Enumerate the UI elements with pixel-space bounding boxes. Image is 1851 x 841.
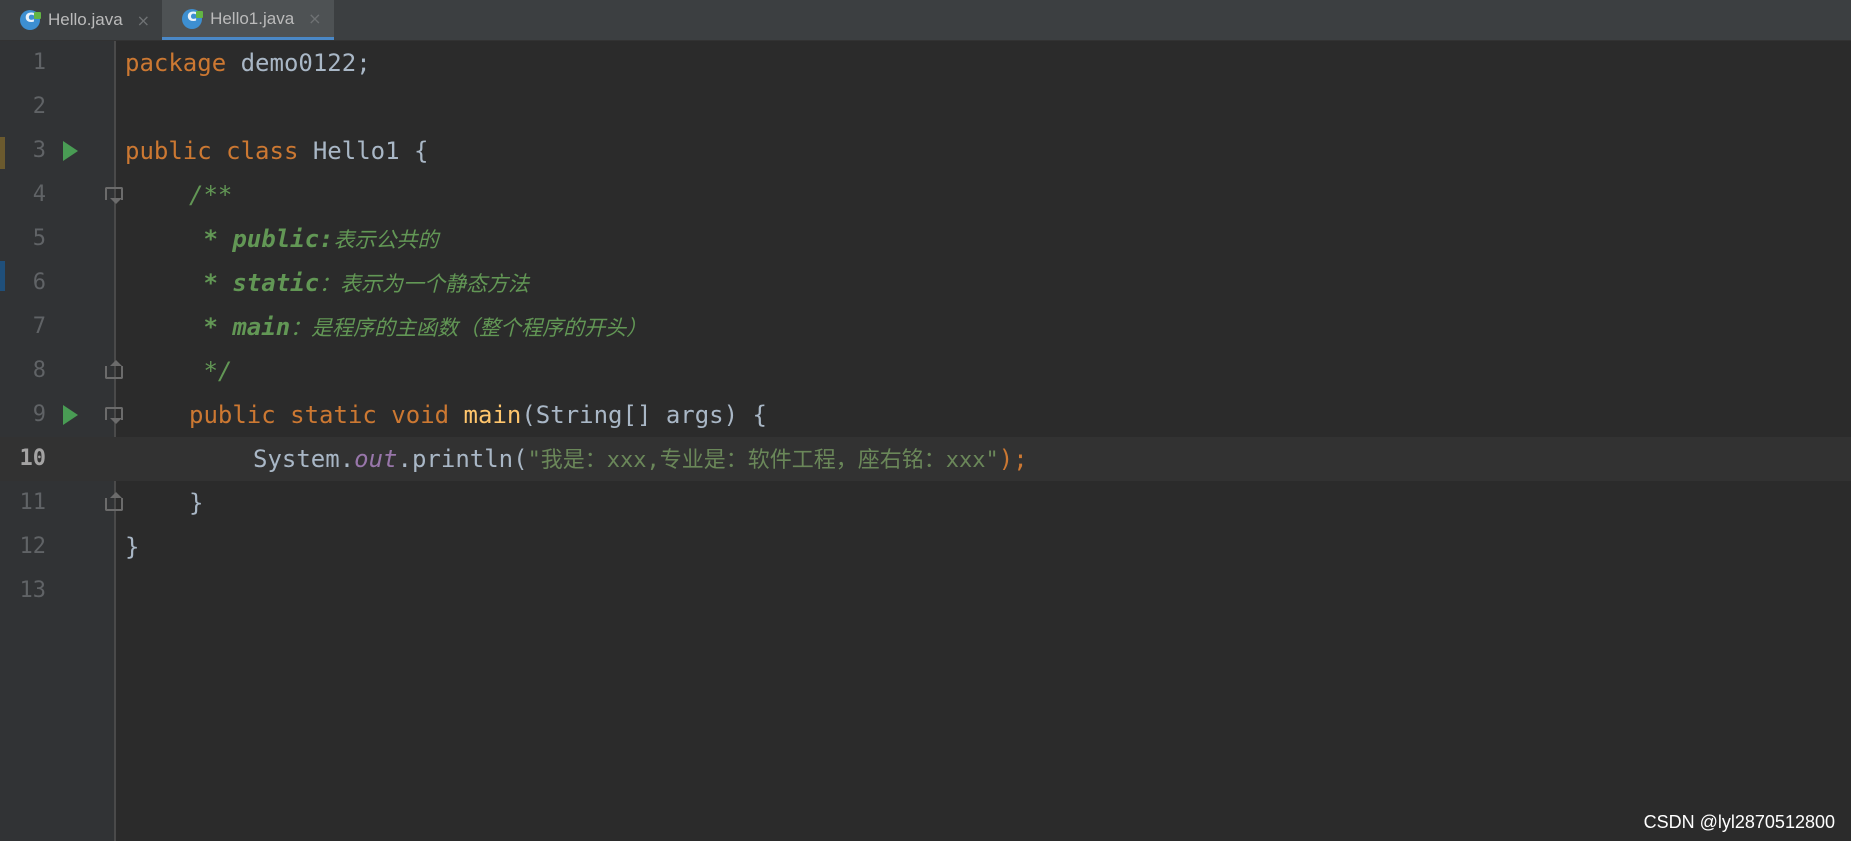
- line-code[interactable]: System.out.println("我是：xxx,专业是：软件工程，座右铭：…: [253, 437, 1028, 483]
- code-token-javadoc: ：表示为一个静态方法: [319, 272, 530, 296]
- line-code[interactable]: */: [189, 349, 232, 393]
- code-token: System.: [253, 445, 355, 473]
- code-token-keyword: public class: [125, 137, 299, 165]
- line-code[interactable]: }: [125, 525, 139, 569]
- line-code[interactable]: package demo0122;: [125, 41, 371, 85]
- line-code[interactable]: }: [189, 481, 203, 525]
- code-token-keyword: public static void: [189, 401, 450, 429]
- code-line: 7 * main：是程序的主函数（整个程序的开头）: [0, 305, 1851, 349]
- code-line: 4 /**: [0, 173, 1851, 217]
- code-token-field: out: [354, 445, 398, 473]
- code-line: 6 * static：表示为一个静态方法: [0, 261, 1851, 305]
- line-number: 3: [32, 138, 46, 163]
- tab-hello1-java[interactable]: Hello1.java ×: [162, 0, 334, 40]
- line-number: 11: [19, 490, 47, 515]
- code-token-javadoc: /**: [189, 181, 233, 209]
- line-number: 6: [32, 270, 46, 295]
- code-line: 1 package demo0122;: [0, 41, 1851, 85]
- code-token: }: [189, 489, 204, 517]
- line-number: 9: [32, 402, 46, 427]
- code-line: 3 public class Hello1 {: [0, 129, 1851, 173]
- tab-label: Hello1.java: [210, 8, 295, 28]
- fold-icon[interactable]: [105, 492, 123, 511]
- line-number: 12: [19, 534, 47, 559]
- line-number: 7: [32, 314, 46, 339]
- code-line-current: 10 System.out.println("我是：xxx,专业是：软件工程，座…: [0, 437, 1851, 481]
- line-number: 10: [19, 446, 47, 471]
- code-token-javadoc: 表示公共的: [333, 228, 439, 252]
- run-icon[interactable]: [63, 405, 78, 425]
- java-class-icon: [182, 6, 204, 29]
- code-token: demo0122;: [226, 49, 371, 77]
- line-number: 13: [19, 578, 47, 603]
- line-code[interactable]: * public:表示公共的: [189, 217, 439, 262]
- code-token-javadoc: */: [189, 357, 233, 385]
- fold-icon[interactable]: [105, 407, 123, 424]
- code-token-punctuation: );: [998, 445, 1028, 473]
- code-token: }: [125, 533, 140, 561]
- code-token: .println(: [397, 445, 528, 473]
- line-number: 4: [32, 182, 46, 207]
- code-token-javadoc: * public:: [189, 225, 334, 253]
- tab-hello-java[interactable]: Hello.java ×: [0, 0, 162, 40]
- code-token-javadoc: * main: [189, 313, 291, 341]
- code-line: 12 }: [0, 525, 1851, 569]
- code-line: 5 * public:表示公共的: [0, 217, 1851, 261]
- fold-icon[interactable]: [105, 360, 123, 379]
- code-token-keyword: package: [125, 49, 227, 77]
- code-line: 2: [0, 85, 1851, 129]
- line-number: 2: [32, 94, 46, 119]
- code-token: (String[] args) {: [521, 401, 767, 429]
- line-code[interactable]: * static：表示为一个静态方法: [189, 261, 529, 306]
- fold-icon[interactable]: [105, 187, 123, 204]
- line-code[interactable]: * main：是程序的主函数（整个程序的开头）: [189, 305, 647, 350]
- code-token-method: main: [463, 401, 522, 429]
- close-icon[interactable]: ×: [308, 9, 321, 28]
- code-token: Hello1 {: [298, 137, 429, 165]
- close-icon[interactable]: ×: [137, 11, 150, 30]
- watermark: CSDN @lyl2870512800: [1643, 812, 1835, 832]
- code-area[interactable]: 1 package demo0122; 2 3 public class Hel…: [0, 41, 1851, 841]
- line-code[interactable]: public static void main(String[] args) {: [189, 393, 767, 437]
- editor-tab-bar: Hello.java × Hello1.java ×: [0, 0, 1851, 41]
- code-line: 9 public static void main(String[] args)…: [0, 393, 1851, 437]
- code-line: 11 }: [0, 481, 1851, 525]
- code-line: 8 */: [0, 349, 1851, 393]
- tab-label: Hello.java: [48, 10, 123, 29]
- code-token-string: "我是：xxx,专业是：软件工程，座右铭：xxx": [527, 448, 999, 473]
- code-line: 13: [0, 569, 1851, 613]
- code-token-javadoc: ：是程序的主函数（整个程序的开头）: [290, 316, 648, 340]
- line-code[interactable]: public class Hello1 {: [125, 129, 428, 173]
- java-class-icon: [20, 7, 41, 30]
- line-code[interactable]: /**: [189, 173, 232, 217]
- line-number: 5: [32, 226, 46, 251]
- code-token-javadoc: * static: [189, 269, 320, 297]
- line-number: 8: [32, 358, 46, 383]
- line-number: 1: [32, 50, 46, 75]
- run-icon[interactable]: [63, 141, 78, 161]
